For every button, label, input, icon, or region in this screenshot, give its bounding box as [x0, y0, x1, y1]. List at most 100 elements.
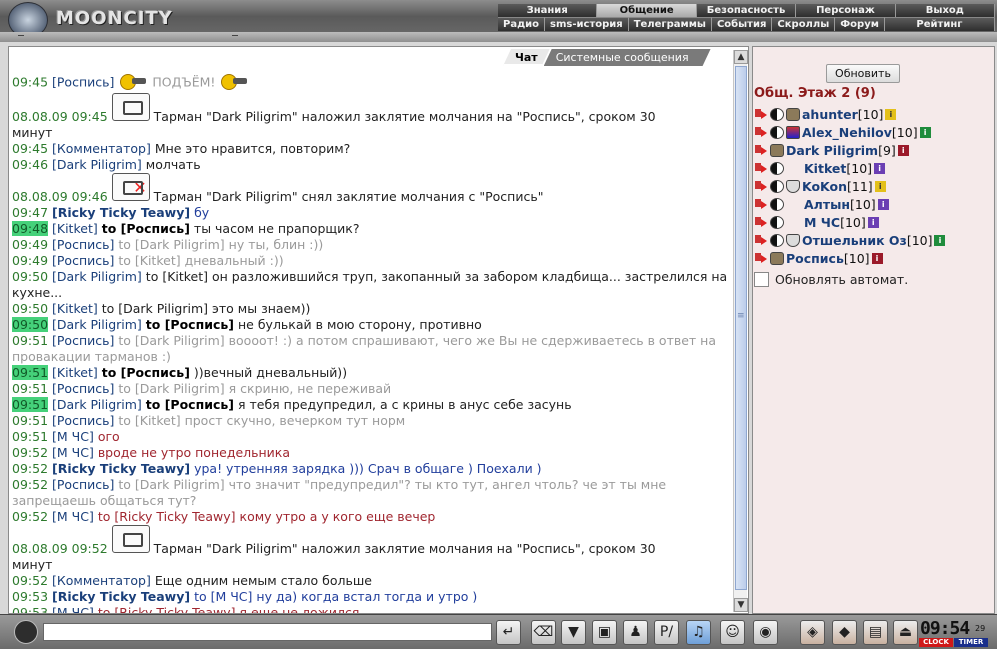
- translit-icon[interactable]: P/: [654, 620, 679, 645]
- message-nick[interactable]: [Ricky Ticky Teawy]: [52, 205, 190, 220]
- message-nick[interactable]: [Роспись]: [52, 253, 114, 268]
- message-time[interactable]: 09:51: [12, 365, 49, 380]
- action-arrow-icon[interactable]: [754, 162, 768, 174]
- message-nick[interactable]: [Комментатор]: [52, 573, 151, 588]
- action-arrow-icon[interactable]: [754, 198, 768, 210]
- message-recipient[interactable]: to [Kitket]: [118, 413, 180, 428]
- message-recipient[interactable]: to [Dark Piligrim]: [118, 381, 224, 396]
- message-recipient[interactable]: to [М ЧС]: [194, 589, 252, 604]
- message-recipient[interactable]: to [Kitket]: [118, 253, 180, 268]
- message-time[interactable]: 09:52: [12, 509, 48, 524]
- message-time[interactable]: 09:51: [12, 429, 48, 444]
- user-info-icon[interactable]: i: [897, 144, 909, 156]
- user-info-icon[interactable]: i: [877, 198, 889, 210]
- smile-icon[interactable]: ☺: [720, 620, 745, 645]
- music-icon[interactable]: ♫: [686, 620, 711, 645]
- user-name[interactable]: Отшельник Оз: [802, 233, 907, 248]
- tab-system-messages[interactable]: Системные сообщения: [544, 49, 711, 66]
- submenu-item[interactable]: Радио: [498, 17, 546, 31]
- user-row[interactable]: Роспись [10] i: [754, 249, 994, 267]
- message-recipient[interactable]: to [Роспись]: [146, 397, 234, 412]
- autorefresh-checkbox[interactable]: [754, 272, 769, 287]
- lock-icon[interactable]: ▤: [863, 620, 888, 645]
- action-arrow-icon[interactable]: [754, 108, 768, 120]
- message-nick[interactable]: [Ricky Ticky Teawy]: [52, 461, 190, 476]
- user-name[interactable]: Алтын: [804, 197, 850, 212]
- user-row[interactable]: Alex_Nehilov [10] i: [754, 123, 994, 141]
- user-row[interactable]: М ЧС [10] i: [754, 213, 994, 231]
- message-recipient[interactable]: to [Kitket]: [146, 269, 208, 284]
- action-arrow-icon[interactable]: [754, 234, 768, 246]
- refresh-button[interactable]: Обновить: [826, 64, 900, 83]
- sound-icon[interactable]: ◉: [753, 620, 778, 645]
- submenu-item[interactable]: sms-история: [545, 17, 629, 31]
- user-name[interactable]: Роспись: [786, 251, 844, 266]
- message-time[interactable]: 09:46: [12, 157, 48, 172]
- user-name[interactable]: М ЧС: [804, 215, 840, 230]
- submenu-item[interactable]: Скроллы: [772, 17, 836, 31]
- send-icon[interactable]: ↵: [496, 620, 521, 645]
- message-nick[interactable]: [М ЧС]: [52, 509, 94, 524]
- message-time[interactable]: 09:50: [12, 269, 48, 284]
- user-row[interactable]: Отшельник Оз [10] i: [754, 231, 994, 249]
- user-info-icon[interactable]: i: [885, 108, 897, 120]
- message-recipient[interactable]: to [Dark Piligrim]: [118, 237, 224, 252]
- message-nick[interactable]: [Роспись]: [52, 333, 114, 348]
- scroll-thumb[interactable]: [735, 66, 747, 590]
- message-time[interactable]: 09:52: [12, 477, 48, 492]
- chat-scrollbar[interactable]: ▲ ▼: [733, 50, 748, 612]
- chat-mode-icon[interactable]: [14, 620, 38, 644]
- gift-icon[interactable]: ◈: [800, 620, 825, 645]
- message-nick[interactable]: [Kitket]: [52, 365, 98, 380]
- action-arrow-icon[interactable]: [754, 252, 768, 264]
- menu-item[interactable]: Персонаж: [796, 4, 896, 17]
- filter-icon[interactable]: ▼: [561, 620, 586, 645]
- scroll-up-button[interactable]: ▲: [734, 50, 748, 64]
- clock-label[interactable]: CLOCK: [919, 638, 953, 647]
- submenu-item[interactable]: События: [711, 17, 773, 31]
- user-row[interactable]: ahunter [10] i: [754, 105, 994, 123]
- message-time[interactable]: 09:49: [12, 237, 48, 252]
- message-nick[interactable]: [Роспись]: [52, 381, 114, 396]
- submenu-item[interactable]: Форум: [835, 17, 885, 31]
- dance-icon[interactable]: ♟: [623, 620, 648, 645]
- inventory-icon[interactable]: ◆: [832, 620, 857, 645]
- message-time[interactable]: 09:51: [12, 381, 48, 396]
- message-recipient[interactable]: to [Ricky Ticky Teawy]: [98, 605, 236, 613]
- message-nick[interactable]: [Роспись]: [52, 477, 114, 492]
- user-info-icon[interactable]: i: [874, 180, 886, 192]
- message-time[interactable]: 09:45: [12, 141, 48, 156]
- autorefresh-option[interactable]: Обновлять автомат.: [754, 272, 908, 287]
- message-nick[interactable]: [М ЧС]: [52, 445, 94, 460]
- message-time[interactable]: 09:53: [12, 589, 48, 604]
- message-time[interactable]: 09:50: [12, 301, 48, 316]
- user-info-icon[interactable]: i: [934, 234, 946, 246]
- user-name[interactable]: Kitket: [804, 161, 846, 176]
- user-info-icon[interactable]: i: [871, 252, 883, 264]
- message-recipient[interactable]: to [Dark Piligrim]: [102, 301, 208, 316]
- tab-chat[interactable]: Чат: [503, 49, 550, 66]
- message-time[interactable]: 09:50: [12, 317, 49, 332]
- eraser-icon[interactable]: ⌫: [531, 620, 556, 645]
- user-row[interactable]: Алтын [10] i: [754, 195, 994, 213]
- menu-item[interactable]: Выход: [895, 4, 996, 17]
- message-time[interactable]: 09:52: [12, 461, 48, 476]
- user-name[interactable]: Dark Piligrim: [786, 143, 878, 158]
- action-arrow-icon[interactable]: [754, 180, 768, 192]
- user-row[interactable]: Kitket [10] i: [754, 159, 994, 177]
- message-nick[interactable]: [М ЧС]: [52, 605, 94, 613]
- message-time[interactable]: 09:51: [12, 397, 49, 412]
- action-arrow-icon[interactable]: [754, 126, 768, 138]
- user-row[interactable]: Dark Piligrim [9] i: [754, 141, 994, 159]
- message-nick[interactable]: [Kitket]: [52, 221, 98, 236]
- message-nick[interactable]: [Dark Piligrim]: [52, 397, 142, 412]
- user-row[interactable]: KoKon [11] i: [754, 177, 994, 195]
- submenu-item[interactable]: Телеграммы: [628, 17, 712, 31]
- message-nick[interactable]: [Dark Piligrim]: [52, 157, 142, 172]
- message-nick[interactable]: [Роспись]: [52, 237, 114, 252]
- user-info-icon[interactable]: i: [874, 162, 886, 174]
- message-time[interactable]: 09:48: [12, 221, 49, 236]
- message-nick[interactable]: [Dark Piligrim]: [52, 317, 142, 332]
- message-nick[interactable]: [Комментатор]: [52, 141, 151, 156]
- message-nick[interactable]: [Роспись]: [52, 75, 114, 90]
